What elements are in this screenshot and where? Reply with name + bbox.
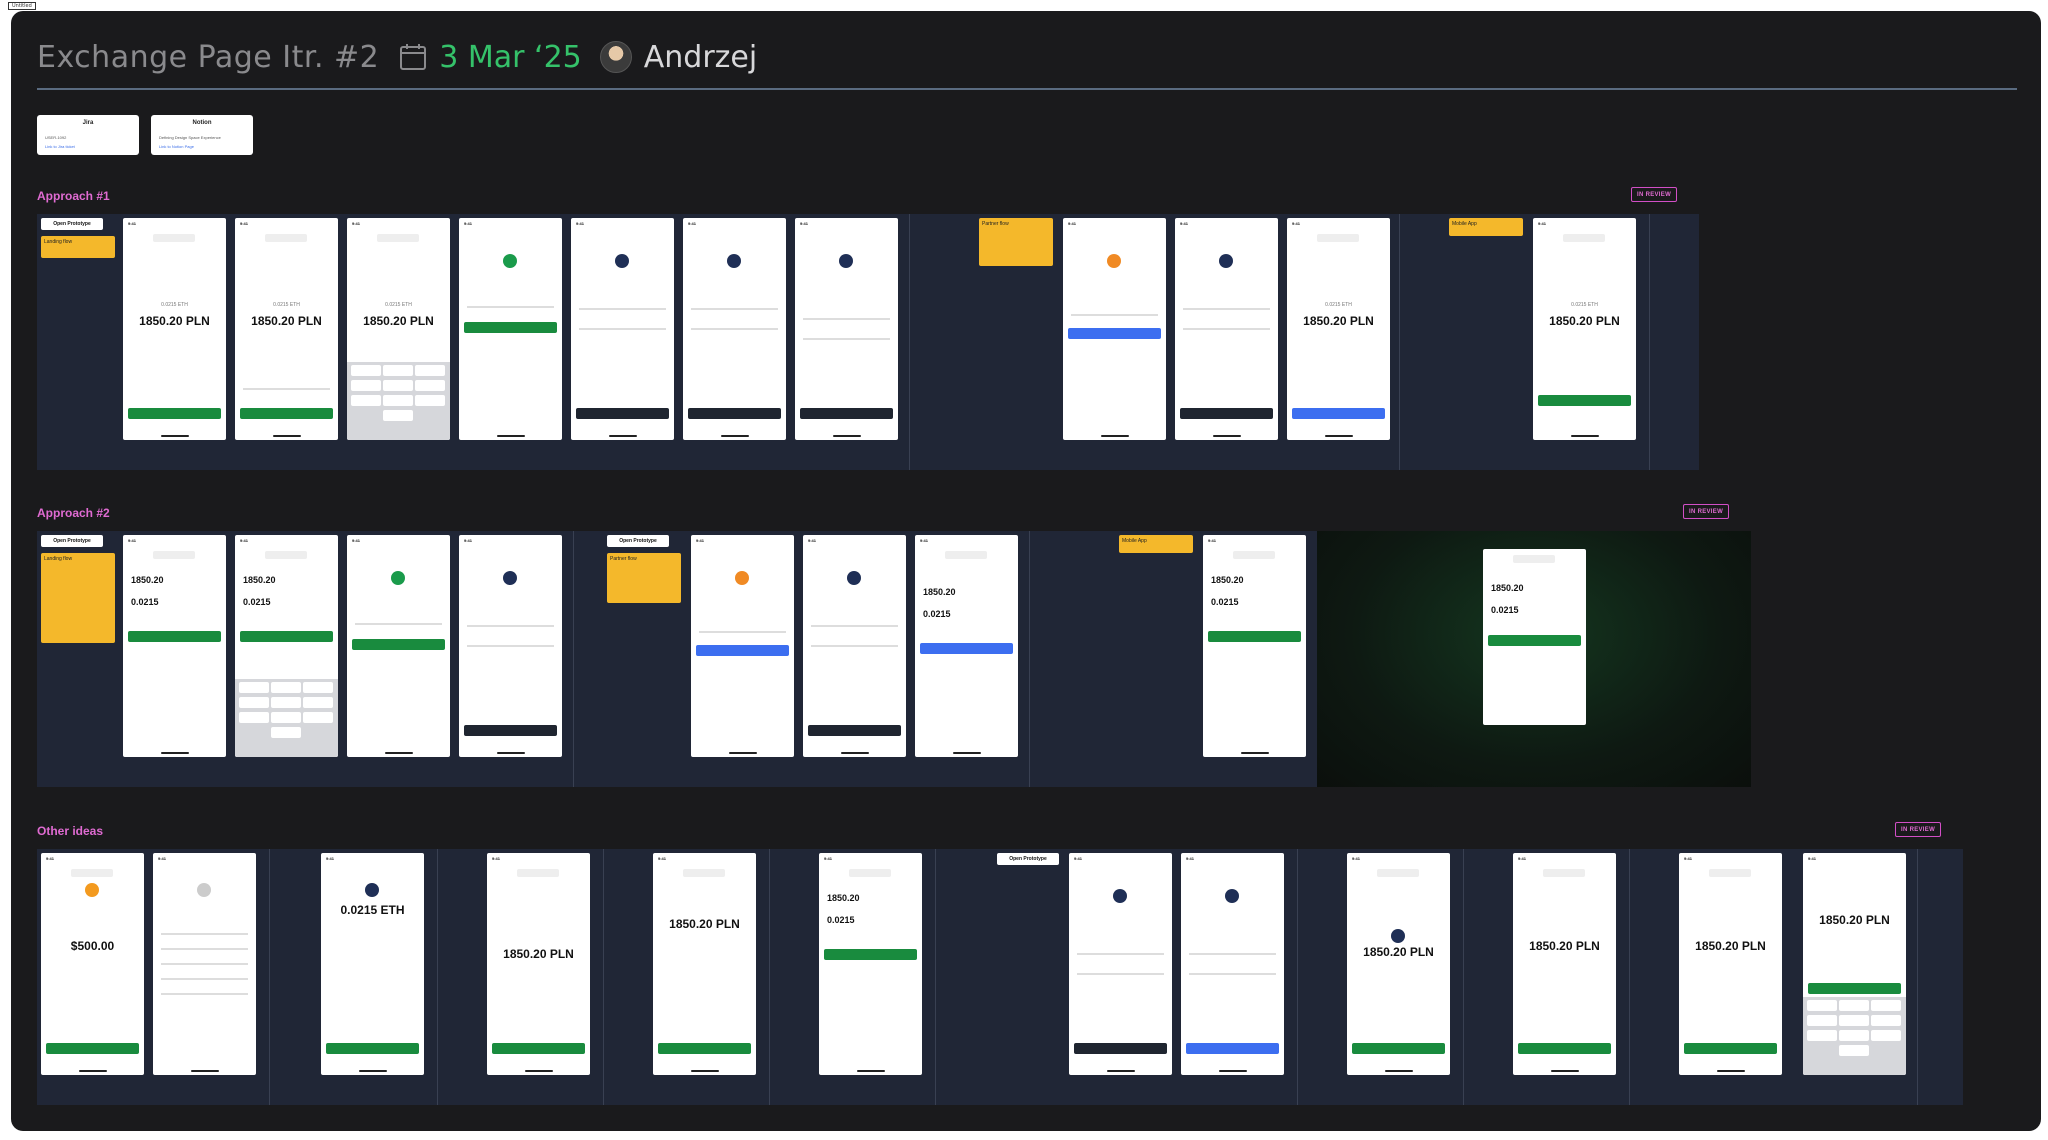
jira-card-title: Jira [82,120,94,126]
strip-divider [1297,849,1298,1105]
open-prototype-button[interactable]: Open Prototype [41,535,103,547]
phone-screen[interactable]: 9:41 0.0215 ETH 1850.20 PLN [1533,218,1636,440]
phone-screen[interactable]: 9:41 [459,218,562,440]
phone-screen[interactable]: 9:41 1850.20 PLN [1513,853,1616,1075]
phone-screen[interactable]: 9:41 1850.20 0.0215 [235,535,338,757]
date-text: 3 Mar ‘25 [439,39,582,75]
jira-link-card[interactable]: Jira USER-1092 Link to Jira ticket [37,115,139,155]
status-badge: IN REVIEW [1683,504,1730,519]
phone-screen[interactable]: 9:41 [153,853,256,1075]
phone-screen[interactable]: 9:41 0.0215 ETH 1850.20 PLN [235,218,338,440]
notion-page-title: Defining Design Space Experience [159,135,221,140]
strip-divider [573,531,574,787]
header-divider [37,88,2017,90]
sticky-note: Partner flow [607,553,681,603]
phone-screen[interactable]: 9:41 1850.20 PLN [653,853,756,1075]
open-prototype-button[interactable]: Open Prototype [41,218,103,230]
strip-divider [909,214,910,470]
author-name: Andrzej [643,39,758,75]
avatar [599,41,632,73]
sticky-note: Partner flow [979,218,1053,266]
phone-screen[interactable]: 9:41 1850.20 0.0215 [819,853,922,1075]
phone-screen[interactable]: 9:41 0.0215 ETH [321,853,424,1075]
notion-page-link[interactable]: Link to Notion Page [159,144,194,149]
phone-screen[interactable]: 9:41 1850.20 PLN [1679,853,1782,1075]
sticky-note: Landing flow [41,553,115,643]
frame-tag: Untitled [8,2,36,10]
strip-divider [1463,849,1464,1105]
strip-divider [1649,214,1650,470]
approach-2-strip: Open Prototype Landing flow 9:41 1850.20 0… [37,531,1751,787]
phone-screen[interactable]: 9:41 [683,218,786,440]
phone-screen[interactable]: 9:41 1850.20 PLN [487,853,590,1075]
phone-screen[interactable]: 9:41 0.0215 ETH 1850.20 PLN [347,218,450,440]
phone-screen[interactable]: 9:41 1850.20 0.0215 [1203,535,1306,757]
phone-screen[interactable]: 9:41 1850.20 0.0215 [123,535,226,757]
author: Andrzej [599,39,758,75]
strip-divider [1629,849,1630,1105]
open-prototype-button[interactable]: Open Prototype [997,853,1059,865]
approach-1-strip: Open Prototype Landing flow 9:41 0.0215 E… [37,214,1699,470]
desktop-preview: 1850.20 0.0215 [1317,531,1751,787]
notion-card-title: Notion [192,120,212,126]
open-prototype-button[interactable]: Open Prototype [607,535,669,547]
phone-screen[interactable]: 9:41 [795,218,898,440]
strip-divider [437,849,438,1105]
jira-ticket-link[interactable]: Link to Jira ticket [45,144,75,149]
notion-link-card[interactable]: Notion Defining Design Space Experience … [151,115,253,155]
phone-screen[interactable]: 9:41 [347,535,450,757]
phone-screen[interactable]: 9:41 1850.20 PLN [1347,853,1450,1075]
phone-screen[interactable]: 9:41 1850.20 0.0215 [915,535,1018,757]
phone-screen[interactable]: 9:41 [1069,853,1172,1075]
sticky-note: Landing flow [41,236,115,258]
phone-screen[interactable]: 9:41 0.0215 ETH 1850.20 PLN [1287,218,1390,440]
sticky-note: Mobile App [1119,535,1193,553]
sticky-note: Mobile App [1449,218,1523,236]
section-title-other-ideas: Other ideas [37,824,104,838]
strip-divider [603,849,604,1105]
status-badge: IN REVIEW [1895,822,1942,837]
phone-screen[interactable]: 9:41 [1175,218,1278,440]
phone-screen[interactable]: 9:41 [459,535,562,757]
phone-screen[interactable]: 9:41 1850.20 PLN [1803,853,1906,1075]
status-badge: IN REVIEW [1631,187,1678,202]
strip-divider [935,849,936,1105]
phone-screen[interactable]: 9:41 [803,535,906,757]
design-board: Exchange Page Itr. #2 3 Mar ‘25 Andrzej … [11,11,2041,1131]
strip-divider [269,849,270,1105]
desktop-widget[interactable]: 1850.20 0.0215 [1483,549,1586,725]
phone-screen[interactable]: 9:41 [1063,218,1166,440]
phone-screen[interactable]: 9:41 $500.00 [41,853,144,1075]
section-title-approach-2: Approach #2 [37,506,110,520]
strip-divider [1917,849,1918,1105]
strip-divider [769,849,770,1105]
page-title: Exchange Page Itr. #2 [37,39,380,75]
date-badge: 3 Mar ‘25 [397,39,582,75]
board-header: Exchange Page Itr. #2 3 Mar ‘25 Andrzej [37,37,757,77]
link-cards: Jira USER-1092 Link to Jira ticket Notio… [37,115,253,155]
phone-screen[interactable]: 9:41 [571,218,674,440]
strip-divider [1399,214,1400,470]
phone-screen[interactable]: 9:41 [691,535,794,757]
jira-ticket-id: USER-1092 [45,135,67,140]
phone-screen[interactable]: 9:41 [1181,853,1284,1075]
strip-divider [1029,531,1030,787]
other-ideas-strip: 9:41 $500.00 9:41 9:41 0.0215 ETH 9:41 1850… [37,849,1963,1105]
section-title-approach-1: Approach #1 [37,189,110,203]
calendar-icon [400,44,427,70]
phone-screen[interactable]: 9:41 0.0215 ETH 1850.20 PLN [123,218,226,440]
